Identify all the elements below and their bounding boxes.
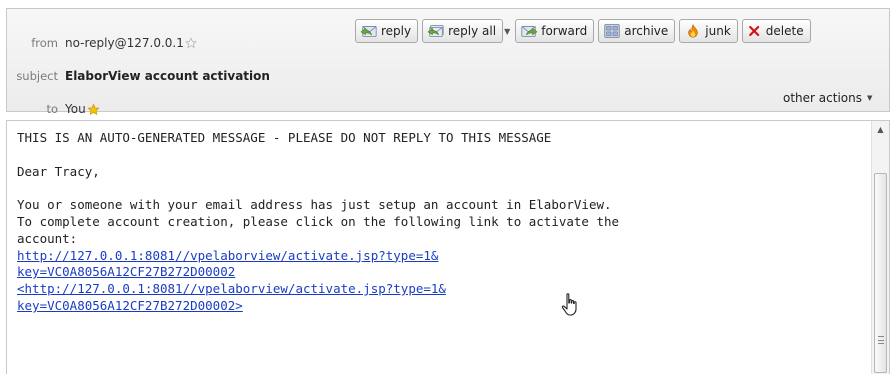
archive-icon bbox=[604, 24, 620, 38]
to-value[interactable]: You bbox=[65, 102, 100, 116]
chevron-down-icon[interactable]: ▼ bbox=[867, 94, 872, 102]
message-body-frame: THIS IS AN AUTO-GENERATED MESSAGE - PLEA… bbox=[6, 120, 890, 374]
mail-window: from no-reply@127.0.0.1 subject ElaborVi… bbox=[0, 0, 896, 374]
forward-label[interactable]: forward bbox=[541, 24, 587, 38]
junk-icon bbox=[688, 23, 699, 38]
archive-button[interactable]: archive bbox=[598, 19, 676, 43]
message-line: Dear Tracy, bbox=[17, 163, 100, 179]
subject-label: subject bbox=[16, 69, 58, 83]
to-recipient[interactable]: You bbox=[65, 102, 86, 116]
message-body: THIS IS AN AUTO-GENERATED MESSAGE - PLEA… bbox=[17, 130, 867, 315]
reply-all-button[interactable]: reply all bbox=[422, 19, 504, 43]
reply-all-dropdown-icon[interactable]: ▼ bbox=[504, 27, 510, 36]
message-line: account: bbox=[17, 230, 78, 246]
from-label: from bbox=[31, 36, 58, 50]
other-actions-label[interactable]: other actions bbox=[783, 91, 862, 105]
delete-label[interactable]: delete bbox=[766, 24, 804, 38]
junk-button[interactable]: junk bbox=[679, 19, 738, 43]
message-toolbar: reply reply all ▼ forward archive junk d… bbox=[355, 19, 815, 43]
activation-link[interactable]: http://127.0.0.1:8081//vpelaborview/acti… bbox=[17, 248, 438, 263]
to-label: to bbox=[46, 102, 58, 116]
reply-label[interactable]: reply bbox=[381, 24, 411, 38]
forward-icon bbox=[521, 26, 538, 37]
delete-icon bbox=[748, 25, 760, 37]
activation-link-alt[interactable]: <http://127.0.0.1:8081//vpelaborview/act… bbox=[17, 281, 446, 296]
scroll-up-icon[interactable]: ▲ bbox=[872, 122, 889, 136]
message-line: THIS IS AN AUTO-GENERATED MESSAGE - PLEA… bbox=[17, 130, 552, 145]
from-address[interactable]: no-reply@127.0.0.1 bbox=[65, 36, 184, 50]
delete-button[interactable]: delete bbox=[741, 19, 811, 43]
from-value[interactable]: no-reply@127.0.0.1 bbox=[65, 36, 197, 50]
activation-link-alt[interactable]: key=VC0A8056A12CF27B272D00002> bbox=[17, 298, 243, 313]
vertical-scrollbar[interactable]: ▲ bbox=[871, 121, 889, 374]
reply-button[interactable]: reply bbox=[355, 19, 419, 43]
junk-label[interactable]: junk bbox=[705, 24, 731, 38]
grip-icon bbox=[878, 336, 884, 344]
subject-row: subject ElaborView account activation bbox=[7, 69, 270, 83]
message-line: You or someone with your email address h… bbox=[17, 197, 612, 213]
reply-all-label[interactable]: reply all bbox=[448, 24, 496, 38]
star-outline-icon[interactable] bbox=[185, 37, 197, 49]
star-icon[interactable] bbox=[87, 103, 100, 116]
scrollbar-thumb[interactable] bbox=[874, 173, 887, 373]
other-actions-menu[interactable]: other actions ▼ bbox=[783, 91, 872, 105]
reply-all-icon bbox=[427, 25, 444, 37]
archive-label[interactable]: archive bbox=[624, 24, 668, 38]
message-line: To complete account creation, please cli… bbox=[17, 213, 620, 229]
to-row: to You bbox=[7, 102, 100, 116]
forward-button[interactable]: forward bbox=[515, 19, 595, 43]
activation-link[interactable]: key=VC0A8056A12CF27B272D00002 bbox=[17, 264, 235, 279]
from-row: from no-reply@127.0.0.1 bbox=[7, 36, 197, 50]
subject-value: ElaborView account activation bbox=[65, 69, 270, 83]
reply-icon bbox=[360, 26, 377, 37]
